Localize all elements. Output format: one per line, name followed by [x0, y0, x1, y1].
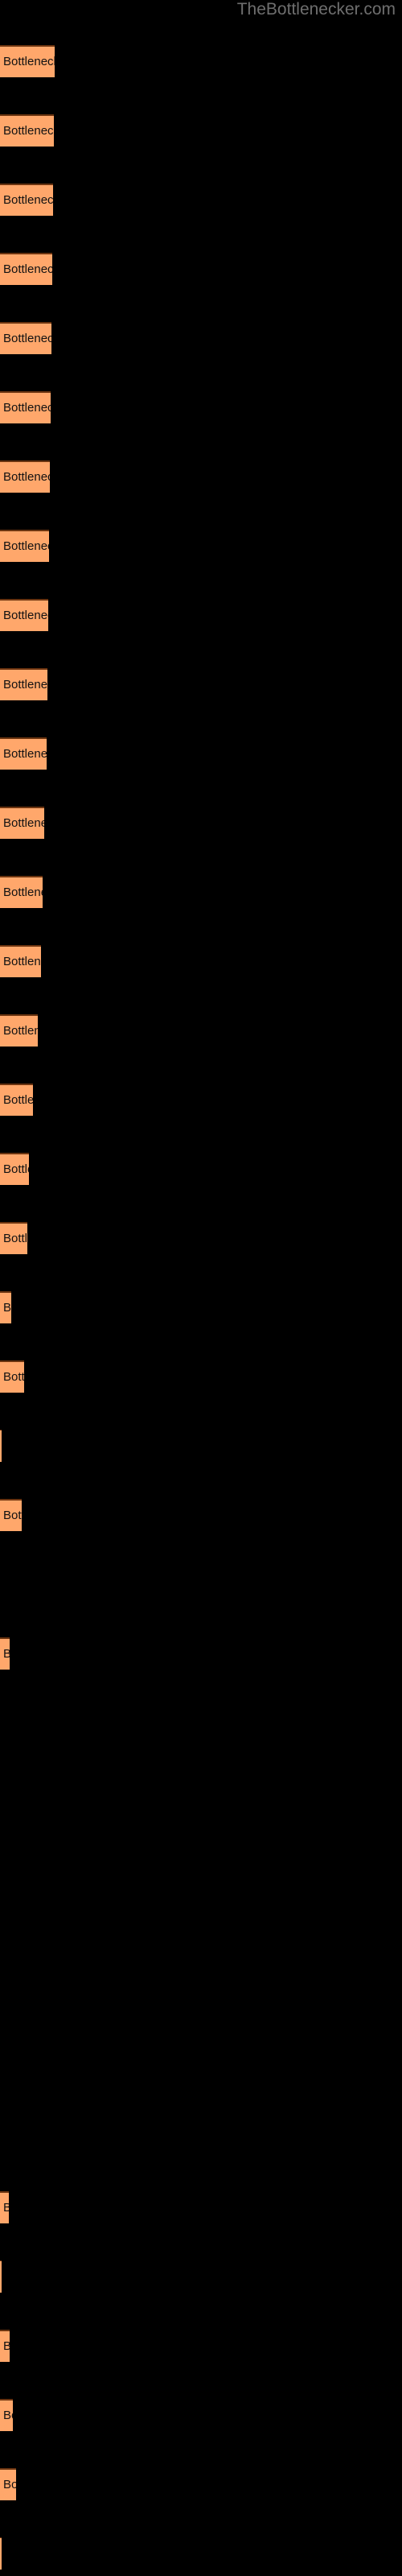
bar-label: Bottleneck result	[3, 193, 53, 207]
bar[interactable]: Bottleneck result	[0, 460, 50, 493]
bar[interactable]: Bottleneck result	[0, 668, 47, 700]
bar[interactable]: Bottleneck result	[0, 45, 55, 77]
bar[interactable]: Bottleneck result	[0, 391, 51, 423]
bar-label: Bottleneck result	[3, 2193, 9, 2223]
bar[interactable]: Bottleneck result	[0, 1637, 10, 1670]
bar-label: Bottleneck result	[3, 609, 48, 622]
bar[interactable]: Bottleneck result	[0, 737, 47, 770]
bar-label: Bottleneck result	[3, 401, 51, 415]
bar[interactable]: Bottleneck result	[0, 253, 52, 285]
bar[interactable]: Bottleneck result	[0, 599, 48, 631]
bar-label: Bottleneck result	[3, 678, 47, 691]
bar[interactable]: Bottleneck result	[0, 114, 54, 147]
bar[interactable]: Bottleneck result	[0, 2399, 13, 2431]
bar[interactable]: Bottleneck result	[0, 1499, 22, 1531]
bar[interactable]: Bottleneck result	[0, 1084, 33, 1116]
bar-label: Bottleneck result	[3, 955, 41, 968]
bar[interactable]: Bottleneck result	[0, 2260, 2, 2293]
bar[interactable]: Bottleneck result	[0, 807, 44, 839]
bar-label: Bottleneck result	[3, 332, 51, 345]
bar[interactable]: Bottleneck result	[0, 2537, 2, 2570]
bar[interactable]: Bottleneck result	[0, 1360, 24, 1393]
bar-label: Bottleneck result	[3, 2409, 13, 2422]
bar[interactable]: Bottleneck result	[0, 1222, 27, 1254]
bar-label: Bottleneck result	[3, 1024, 38, 1038]
bar-label: Bottleneck result	[3, 747, 47, 761]
bar[interactable]: Bottleneck result	[0, 1430, 2, 1462]
bar-label: Bottleneck result	[3, 1370, 24, 1384]
bar[interactable]: Bottleneck result	[0, 945, 41, 977]
bar-label: Bottleneck result	[3, 2478, 16, 2491]
bar-label: Bottleneck result	[3, 886, 43, 899]
bar-label: Bottleneck result	[3, 1301, 11, 1315]
bar-label: Bottleneck result	[3, 1639, 10, 1670]
bar-label: Bottleneck result	[3, 1093, 33, 1107]
bar-label: Bottleneck result	[3, 55, 55, 68]
bar-label: Bottleneck result	[3, 816, 44, 830]
bar[interactable]: Bottleneck result	[0, 1014, 38, 1046]
bar[interactable]: Bottleneck result	[0, 2191, 9, 2223]
bottleneck-bar-chart: TheBottlenecker.com Bottleneck result Bot…	[0, 0, 402, 2576]
bar[interactable]: Bottleneck result	[0, 184, 53, 216]
bar[interactable]: Bottleneck result	[0, 1153, 29, 1185]
bar-label: Bottleneck result	[3, 1509, 22, 1522]
bar-label: Bottleneck result	[3, 124, 54, 138]
bar-label: Bottleneck result	[3, 2331, 10, 2362]
bar[interactable]: Bottleneck result	[0, 1291, 11, 1323]
bar[interactable]: Bottleneck result	[0, 876, 43, 908]
page-title: TheBottlenecker.com	[236, 0, 396, 19]
bar[interactable]: Bottleneck result	[0, 2468, 16, 2500]
bar[interactable]: Bottleneck result	[0, 322, 51, 354]
bar-label: Bottleneck result	[3, 470, 50, 484]
bar[interactable]: Bottleneck result	[0, 530, 49, 562]
bar-label: Bottleneck result	[3, 262, 52, 276]
bar-label: Bottleneck result	[3, 1232, 27, 1245]
bar-label: Bottleneck result	[3, 1162, 29, 1176]
bar[interactable]: Bottleneck result	[0, 2330, 10, 2362]
bar-label: Bottleneck result	[3, 539, 49, 553]
